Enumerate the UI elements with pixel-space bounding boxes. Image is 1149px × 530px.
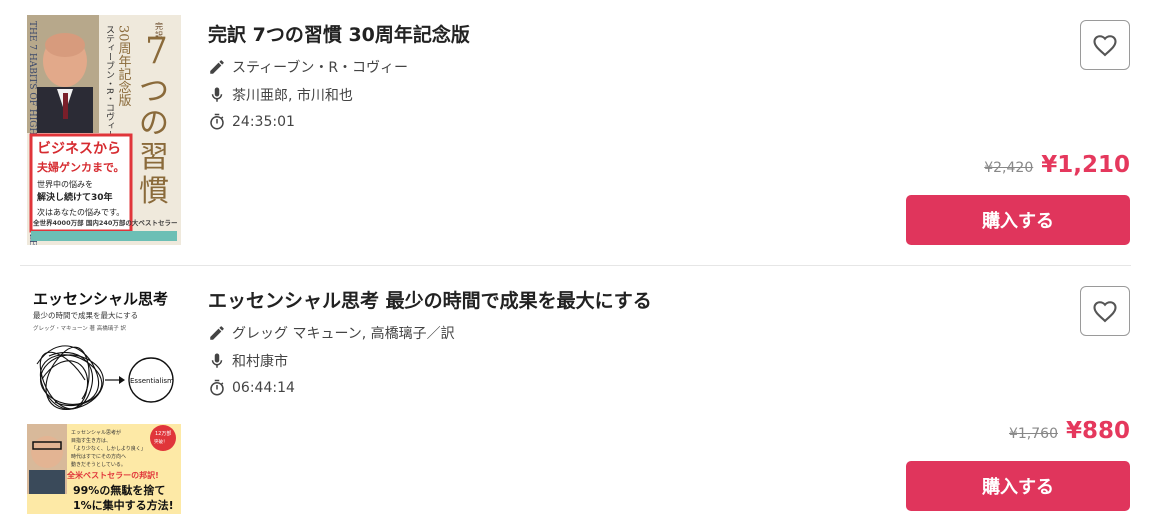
pencil-icon: [210, 326, 224, 340]
sale-price: ¥1,210: [1041, 152, 1130, 178]
sale-price: ¥880: [1065, 418, 1130, 444]
cover-tag-2: 夫婦ゲンカまで。: [37, 160, 125, 174]
buy-button[interactable]: 購入する: [906, 195, 1130, 245]
svg-text:習: 習: [139, 140, 169, 175]
price-block: ¥2,420 ¥1,210: [984, 152, 1130, 178]
duration-row: 24:35:01: [208, 113, 295, 131]
pencil-icon: [210, 60, 224, 74]
svg-text:時代はすでにその方向へ: 時代はすでにその方向へ: [71, 453, 126, 460]
price-block: ¥1,760 ¥880: [1009, 418, 1130, 444]
svg-text:エッセンシャル思考が: エッセンシャル思考が: [71, 429, 121, 436]
narrator-row: 茶川亜郎, 市川和也: [208, 85, 353, 105]
cover-tag-1: ビジネスから: [37, 141, 121, 157]
cover-title: エッセンシャル思考: [33, 290, 168, 308]
stopwatch-icon: [210, 379, 224, 396]
cover-author: スティーブン・R・コヴィー: [104, 25, 114, 139]
svg-text:目指す生き方は、: 目指す生き方は、: [71, 437, 111, 444]
heart-outline-icon: [1093, 35, 1117, 57]
svg-text:動きだそうとしている。: 動きだそうとしている。: [71, 461, 126, 468]
original-price: ¥2,420: [984, 160, 1034, 176]
svg-text:慣: 慣: [139, 174, 169, 209]
product-title[interactable]: エッセンシャル思考 最少の時間で成果を最大にする: [208, 286, 652, 313]
svg-text:「より少なく、しかしより良く」: 「より少なく、しかしより良く」: [71, 445, 146, 452]
cover-author: グレッグ・マキューン 著 高橋璃子 訳: [33, 324, 126, 332]
svg-text:完: 完: [155, 21, 163, 31]
cover-subtitle: 最少の時間で成果を最大にする: [33, 310, 138, 320]
original-price: ¥1,760: [1008, 426, 1058, 442]
stopwatch-icon: [210, 113, 224, 130]
author-row: グレッグ マキューン, 高橋璃子／訳: [208, 323, 455, 343]
product-title[interactable]: 完訳 7つの習慣 30周年記念版: [208, 20, 470, 47]
cover-bottom-2: 1%に集中する方法!: [73, 498, 174, 512]
book-cover[interactable]: THE 7 HABITS OF HIGHLY EFFECTIVE PEOPLE …: [27, 15, 181, 245]
cover-subtitle: 30周年記念版: [116, 25, 132, 108]
svg-text:の: の: [139, 106, 169, 141]
microphone-icon: [211, 87, 223, 102]
product-item: THE 7 HABITS OF HIGHLY EFFECTIVE PEOPLE …: [20, 0, 1131, 266]
favorite-button[interactable]: [1080, 20, 1130, 70]
duration-row: 06:44:14: [208, 379, 295, 397]
book-cover[interactable]: エッセンシャル思考 最少の時間で成果を最大にする グレッグ・マキューン 著 高橋…: [27, 284, 181, 514]
author-row: スティーブン・R・コヴィー: [208, 57, 408, 77]
svg-text:7: 7: [145, 31, 168, 72]
cover-sales: 全世界4000万部 国内240万部の大ベストセラー: [32, 218, 178, 227]
cover-bottom-1: 99%の無駄を捨て: [73, 483, 165, 497]
cover-tag-5: 次はあなたの悩みです。: [37, 207, 124, 217]
duration: 24:35:01: [232, 114, 295, 130]
microphone-icon: [211, 353, 223, 368]
svg-text:突破！: 突破！: [154, 438, 168, 445]
svg-text:つ: つ: [139, 74, 169, 109]
narrator-name[interactable]: 茶川亜郎, 市川和也: [232, 85, 353, 105]
cover-essentialism: Essentialism: [130, 377, 174, 385]
author-name[interactable]: スティーブン・R・コヴィー: [232, 57, 408, 77]
heart-outline-icon: [1093, 301, 1117, 323]
narrator-name[interactable]: 和村康市: [232, 351, 288, 371]
favorite-button[interactable]: [1080, 286, 1130, 336]
author-name[interactable]: グレッグ マキューン, 高橋璃子／訳: [232, 323, 455, 343]
narrator-row: 和村康市: [208, 351, 288, 371]
duration: 06:44:14: [232, 380, 295, 396]
svg-text:12万部: 12万部: [155, 430, 171, 437]
cover-highlight: 全米ベストセラーの邦訳!: [66, 470, 159, 480]
cover-tag-4: 解決し続けて30年: [37, 191, 113, 203]
buy-button[interactable]: 購入する: [906, 461, 1130, 511]
cover-tag-3: 世界中の悩みを: [37, 179, 93, 189]
product-item: エッセンシャル思考 最少の時間で成果を最大にする グレッグ・マキューン 著 高橋…: [20, 266, 1131, 530]
